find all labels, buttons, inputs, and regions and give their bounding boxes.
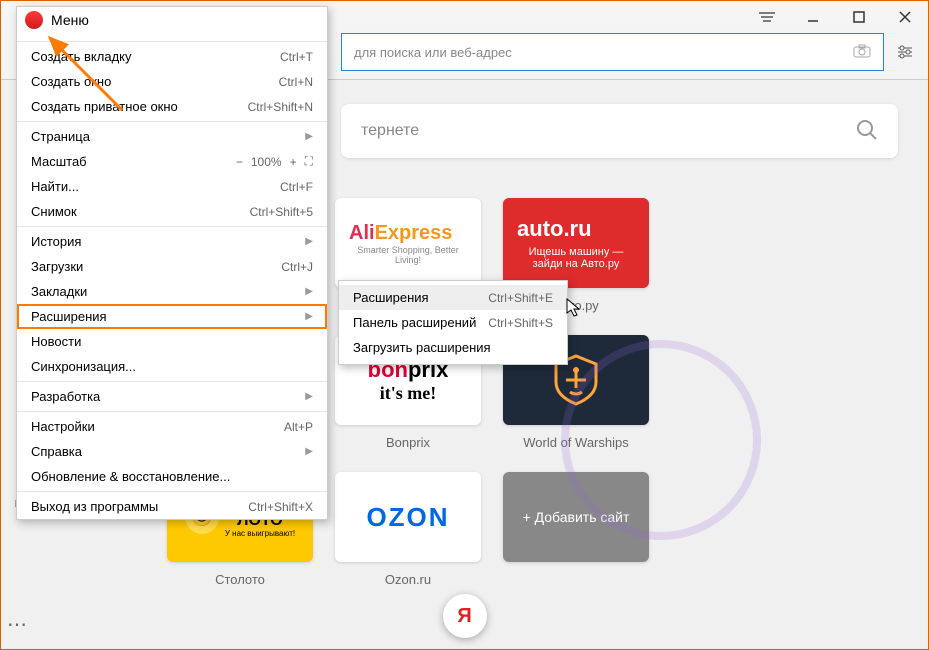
chevron-right-icon: ▶ xyxy=(305,236,313,247)
address-input[interactable]: для поиска или веб-адрес xyxy=(341,33,884,71)
tile-logo-autoru: auto.ru Ищешь машину — зайди на Авто.ру xyxy=(503,198,649,288)
menu-item-downloads[interactable]: Загрузки Ctrl+J xyxy=(17,254,327,279)
speed-dial-tile[interactable]: OZON Ozon.ru xyxy=(335,472,481,587)
tile-logo-ozon: OZON xyxy=(335,472,481,562)
decoration-circle xyxy=(561,340,761,540)
menu-item-private-window[interactable]: Создать приватное окно Ctrl+Shift+N xyxy=(17,94,327,119)
search-placeholder: тернете xyxy=(361,122,856,140)
menu-item-extensions[interactable]: Расширения ▶ xyxy=(17,304,327,329)
sidebar-more-icon[interactable]: ⋯ xyxy=(7,612,29,637)
zoom-value: 100% xyxy=(251,155,282,169)
minimize-button[interactable] xyxy=(798,6,828,28)
tile-label: Ozon.ru xyxy=(385,572,431,587)
menu-header: Меню xyxy=(17,7,327,39)
address-placeholder: для поиска или веб-адрес xyxy=(354,45,853,60)
submenu-item-extensions-bar[interactable]: Панель расширений Ctrl+Shift+S xyxy=(339,310,567,335)
chevron-right-icon: ▶ xyxy=(305,286,313,297)
menu-item-news[interactable]: Новости xyxy=(17,329,327,354)
easy-setup-icon[interactable] xyxy=(890,37,920,67)
chevron-right-icon: ▶ xyxy=(305,391,313,402)
menu-separator xyxy=(17,41,327,42)
tile-label: Bonprix xyxy=(386,435,430,450)
menu-item-snapshot[interactable]: Снимок Ctrl+Shift+5 xyxy=(17,199,327,224)
menu-separator xyxy=(17,121,327,122)
tile-logo-aliexpress: AliExpress Smarter Shopping, Better Livi… xyxy=(335,198,481,288)
main-menu: Меню Создать вкладку Ctrl+T Создать окно… xyxy=(16,6,328,520)
menu-item-developer[interactable]: Разработка ▶ xyxy=(17,384,327,409)
menu-item-settings[interactable]: Настройки Alt+P xyxy=(17,414,327,439)
menu-item-zoom[interactable]: Масштаб − 100% + ⛶ xyxy=(17,149,327,174)
tabs-overview-icon[interactable] xyxy=(752,6,782,28)
yandex-button[interactable]: Я xyxy=(443,594,487,638)
search-input[interactable]: тернете xyxy=(341,104,898,158)
menu-item-history[interactable]: История ▶ xyxy=(17,229,327,254)
fullscreen-icon[interactable]: ⛶ xyxy=(305,154,313,169)
tile-label: Столото xyxy=(215,572,265,587)
zoom-in-button[interactable]: + xyxy=(290,155,297,169)
menu-item-exit[interactable]: Выход из программы Ctrl+Shift+X xyxy=(17,494,327,519)
submenu-item-load-extensions[interactable]: Загрузить расширения xyxy=(339,335,567,360)
menu-separator xyxy=(17,411,327,412)
menu-item-new-window[interactable]: Создать окно Ctrl+N xyxy=(17,69,327,94)
menu-separator xyxy=(17,491,327,492)
extensions-submenu: Расширения Ctrl+Shift+E Панель расширени… xyxy=(338,280,568,365)
menu-item-help[interactable]: Справка ▶ xyxy=(17,439,327,464)
chevron-right-icon: ▶ xyxy=(305,131,313,142)
menu-separator xyxy=(17,381,327,382)
chevron-right-icon: ▶ xyxy=(305,311,313,322)
zoom-out-button[interactable]: − xyxy=(236,155,243,169)
maximize-button[interactable] xyxy=(844,6,874,28)
menu-item-sync[interactable]: Синхронизация... xyxy=(17,354,327,379)
menu-item-new-tab[interactable]: Создать вкладку Ctrl+T xyxy=(17,44,327,69)
menu-item-update-recovery[interactable]: Обновление & восстановление... xyxy=(17,464,327,489)
menu-item-page[interactable]: Страница ▶ xyxy=(17,124,327,149)
menu-item-bookmarks[interactable]: Закладки ▶ xyxy=(17,279,327,304)
menu-separator xyxy=(17,226,327,227)
chevron-right-icon: ▶ xyxy=(305,446,313,457)
close-button[interactable] xyxy=(890,6,920,28)
submenu-item-extensions[interactable]: Расширения Ctrl+Shift+E xyxy=(339,285,567,310)
search-icon xyxy=(856,119,878,144)
zoom-controls: − 100% + ⛶ xyxy=(236,154,313,169)
menu-item-find[interactable]: Найти... Ctrl+F xyxy=(17,174,327,199)
opera-logo-icon xyxy=(25,11,43,29)
camera-icon[interactable] xyxy=(853,44,871,61)
menu-title: Меню xyxy=(51,12,89,28)
